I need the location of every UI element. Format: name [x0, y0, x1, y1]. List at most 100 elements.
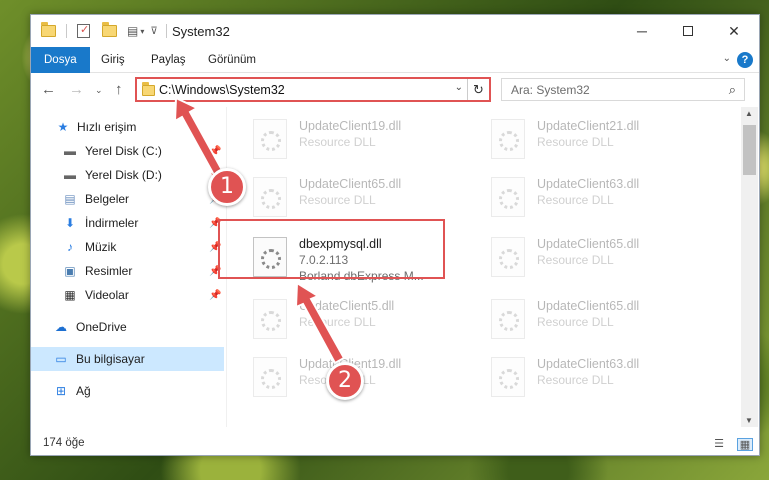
- sidebar-item-pictures[interactable]: ▣ Resimler 📌: [31, 259, 224, 283]
- dll-file-icon: [253, 299, 287, 339]
- sidebar-item-label: Resimler: [85, 264, 133, 278]
- navigation-bar: ← → ⌄ ↑ C:\Windows\System32 ⌄ ↻ Ara: Sys…: [31, 73, 759, 107]
- file-item[interactable]: UpdateClient65.dll Resource DLL: [491, 231, 711, 281]
- pin-icon[interactable]: 📌: [209, 146, 221, 157]
- sidebar-item-downloads[interactable]: ⬇ İndirmeler 📌: [31, 211, 224, 235]
- file-name: UpdateClient65.dll: [537, 237, 640, 251]
- title-bar: ✓ ▤ ▾ ⊽ System32 ─ ✕: [31, 15, 759, 47]
- sidebar-item-documents[interactable]: ▤ Belgeler 📌: [31, 187, 224, 211]
- view-toggle-icon[interactable]: ▤: [127, 24, 138, 38]
- sidebar-item-label: OneDrive: [76, 320, 127, 334]
- drive-icon: ▬: [64, 168, 76, 182]
- music-icon: ♪: [67, 240, 73, 254]
- sidebar-item-label: Belgeler: [85, 192, 130, 206]
- forward-arrow-icon[interactable]: →: [69, 81, 84, 98]
- sidebar-item-onedrive[interactable]: ☁ OneDrive: [31, 315, 224, 339]
- sidebar-item-this-pc[interactable]: ▭ Bu bilgisayar: [31, 347, 224, 371]
- sidebar-item-network[interactable]: ⊞ Ağ: [31, 379, 224, 403]
- file-description: Resource DLL: [537, 253, 614, 267]
- file-item[interactable]: UpdateClient65.dll Resource DLL: [253, 171, 473, 221]
- file-name: UpdateClient63.dll: [537, 357, 640, 371]
- sidebar-item-videos[interactable]: ▦ Videolar 📌: [31, 283, 224, 307]
- sidebar-item-music[interactable]: ♪ Müzik 📌: [31, 235, 224, 259]
- tab-gorunum[interactable]: Görünüm: [208, 47, 256, 73]
- file-description: Resource DLL: [537, 373, 614, 387]
- maximize-icon: [683, 26, 693, 36]
- tab-dosya[interactable]: Dosya: [31, 47, 90, 73]
- file-item[interactable]: UpdateClient63.dll Resource DLL: [491, 351, 711, 401]
- search-input[interactable]: Ara: System32 ⌕: [501, 78, 745, 101]
- folder-icon[interactable]: [41, 22, 56, 37]
- refresh-icon[interactable]: ↻: [467, 79, 489, 100]
- close-icon: ✕: [728, 22, 740, 39]
- sidebar-item-label: İndirmeler: [85, 216, 139, 230]
- properties-icon[interactable]: ✓: [77, 24, 90, 38]
- maximize-button[interactable]: [665, 15, 711, 47]
- sidebar-item-label: Bu bilgisayar: [76, 352, 145, 366]
- sidebar-item-label: Hızlı erişim: [77, 120, 137, 134]
- up-arrow-icon[interactable]: ↑: [115, 81, 123, 98]
- chevron-down-icon[interactable]: ⌄: [455, 82, 463, 93]
- chevron-down-icon[interactable]: ▾: [140, 27, 144, 36]
- scrollbar-thumb[interactable]: [743, 125, 756, 175]
- folder-icon: [142, 82, 155, 96]
- file-item[interactable]: UpdateClient5.dll Resource DLL: [253, 293, 473, 343]
- file-item[interactable]: UpdateClient63.dll Resource DLL: [491, 171, 711, 221]
- new-folder-icon[interactable]: [102, 22, 117, 37]
- address-path[interactable]: C:\Windows\System32: [159, 83, 285, 97]
- computer-icon: ▭: [55, 352, 67, 366]
- address-bar[interactable]: C:\Windows\System32 ⌄ ↻: [135, 77, 491, 102]
- dll-file-icon: [491, 177, 525, 217]
- toolbar-separator: [66, 24, 67, 38]
- sidebar-item-label: Videolar: [85, 288, 129, 302]
- pictures-icon: ▣: [64, 264, 76, 278]
- documents-icon: ▤: [64, 192, 76, 206]
- videos-icon: ▦: [64, 288, 76, 302]
- file-description: Resource DLL: [537, 135, 614, 149]
- large-icons-view-icon[interactable]: ▦: [737, 438, 753, 451]
- sidebar-item-local-disk-d[interactable]: ▬ Yerel Disk (D:) 📌: [31, 163, 224, 187]
- file-item[interactable]: UpdateClient21.dll Resource DLL: [491, 113, 711, 163]
- sidebar-item-label: Yerel Disk (C:): [85, 144, 162, 158]
- drive-icon: ▬: [64, 144, 76, 158]
- sidebar-item-label: Yerel Disk (D:): [85, 168, 162, 182]
- file-name: UpdateClient63.dll: [537, 177, 640, 191]
- sidebar-item-local-disk-c[interactable]: ▬ Yerel Disk (C:) 📌: [31, 139, 224, 163]
- star-icon: ★: [57, 120, 69, 134]
- file-description: Resource DLL: [299, 315, 376, 329]
- sidebar-item-label: Müzik: [85, 240, 117, 254]
- step-2-badge: 2: [326, 362, 364, 400]
- help-icon[interactable]: ?: [737, 52, 753, 68]
- details-view-icon[interactable]: ☰: [711, 438, 727, 451]
- dll-file-icon: [491, 299, 525, 339]
- chevron-down-icon[interactable]: ⌄: [723, 53, 731, 64]
- minimize-button[interactable]: ─: [619, 15, 665, 47]
- file-item[interactable]: UpdateClient65.dll Resource DLL: [491, 293, 711, 343]
- window-title: System32: [172, 24, 230, 39]
- scroll-down-icon[interactable]: ▼: [745, 416, 753, 425]
- search-icon[interactable]: ⌕: [729, 82, 736, 98]
- dll-file-icon: [491, 119, 525, 159]
- customize-toolbar-icon[interactable]: ⊽: [150, 26, 157, 37]
- tab-paylas[interactable]: Paylaş: [151, 47, 186, 73]
- file-description: Resource DLL: [537, 193, 614, 207]
- sidebar-item-label: Ağ: [76, 384, 91, 398]
- tab-giris[interactable]: Giriş: [101, 47, 125, 73]
- step-1-badge: 1: [208, 168, 246, 206]
- file-description: Resource DLL: [299, 135, 376, 149]
- file-item[interactable]: UpdateClient19.dll Resource DLL: [253, 113, 473, 163]
- pin-icon[interactable]: 📌: [209, 290, 221, 301]
- scroll-up-icon[interactable]: ▲: [745, 109, 753, 118]
- close-button[interactable]: ✕: [711, 15, 757, 47]
- recent-locations-icon[interactable]: ⌄: [95, 85, 103, 96]
- vertical-scrollbar[interactable]: ▲ ▼: [741, 107, 758, 427]
- file-description: Resource DLL: [537, 315, 614, 329]
- file-name: UpdateClient5.dll: [299, 299, 395, 313]
- item-count: 174 öğe: [43, 437, 85, 449]
- toolbar-separator: [165, 24, 167, 38]
- file-name: UpdateClient21.dll: [537, 119, 640, 133]
- back-arrow-icon[interactable]: ←: [41, 81, 56, 98]
- sidebar-item-quick-access[interactable]: ★ Hızlı erişim: [31, 115, 224, 139]
- ribbon-tabs: Dosya Giriş Paylaş Görünüm ⌄ ?: [31, 47, 759, 73]
- status-bar: 174 öğe ☰ ▦: [31, 435, 759, 457]
